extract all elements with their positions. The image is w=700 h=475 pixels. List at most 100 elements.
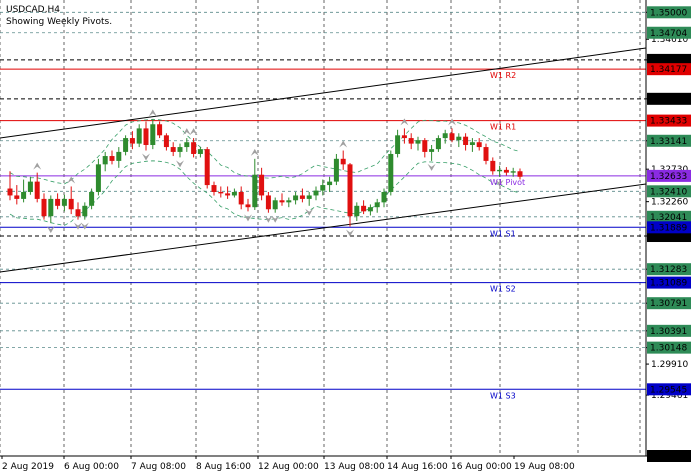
level-price-label: 1.33433 <box>650 117 687 127</box>
candle-body <box>177 147 183 152</box>
candle-body <box>150 124 156 145</box>
price-box-label: 1.30791 <box>650 299 687 309</box>
candle-body <box>333 158 339 182</box>
level-price-label: 1.32633 <box>650 172 687 182</box>
candle-body <box>27 181 33 192</box>
candle-body <box>490 160 496 172</box>
candle-body <box>449 133 455 141</box>
candle-body <box>463 136 469 145</box>
price-box-label: 1.33748 <box>650 95 687 105</box>
candle-body <box>306 195 312 199</box>
time-tick-label: 14 Aug 16:00 <box>387 462 448 472</box>
candle-body <box>211 185 217 192</box>
candle-body <box>517 171 523 177</box>
time-tick-label: 19 Aug 08:00 <box>514 462 575 472</box>
candle-body <box>75 209 81 217</box>
candle-body <box>136 128 142 144</box>
candle-body <box>415 140 421 144</box>
candle-body <box>347 164 353 217</box>
price-box-label: 1.32410 <box>650 187 687 197</box>
chart-symbol-title: USDCAD,H4 <box>6 5 60 15</box>
candle-body <box>109 156 115 161</box>
candle-body <box>245 204 251 208</box>
candle-body <box>476 142 482 148</box>
candle-body <box>95 164 101 192</box>
price-axis: 1.350001.346101.343111.337481.331411.327… <box>645 0 691 462</box>
candle-body <box>374 202 380 208</box>
candle-body <box>82 205 88 217</box>
candle-body <box>469 142 475 145</box>
time-tick-label: 8 Aug 16:00 <box>196 462 251 472</box>
time-tick-label: 13 Aug 08:00 <box>324 462 385 472</box>
candle-body <box>497 169 503 172</box>
price-box-label: 1.31283 <box>650 265 687 275</box>
candle-body <box>429 149 435 152</box>
candle-body <box>225 193 231 196</box>
pivot-level-label: W1 S2 <box>490 285 516 294</box>
candle-body <box>293 195 299 201</box>
candle-body <box>340 158 346 165</box>
level-price-label: 1.34177 <box>650 65 687 75</box>
candle-body <box>197 149 203 154</box>
price-box-label: 1.28580 <box>650 452 687 462</box>
candle-body <box>48 198 54 217</box>
candle-body <box>299 195 305 199</box>
candle-body <box>367 207 373 212</box>
candle-body <box>442 133 448 139</box>
candle-body <box>388 153 394 192</box>
candle-body <box>354 205 360 217</box>
candle-body <box>116 151 122 161</box>
time-tick-label: 7 Aug 08:00 <box>131 462 186 472</box>
candle-body <box>313 190 319 196</box>
candle-body <box>422 140 428 152</box>
level-price-label: 1.31889 <box>650 223 687 233</box>
price-box-label: 1.31763 <box>650 232 687 242</box>
candle-body <box>320 185 326 191</box>
price-tick-label: 1.32260 <box>651 198 688 208</box>
candle-body <box>265 195 271 210</box>
candle-body <box>129 138 135 144</box>
candle-body <box>163 135 169 148</box>
candle-body <box>252 174 258 208</box>
candle-body <box>89 191 95 206</box>
candle-body <box>503 169 509 173</box>
candle-body <box>279 200 285 203</box>
candle-body <box>191 142 197 154</box>
candle-body <box>204 149 210 186</box>
time-tick-label: 12 Aug 00:00 <box>258 462 319 472</box>
candle-body <box>286 200 292 203</box>
candle-body <box>361 205 367 212</box>
candle-body <box>259 174 265 196</box>
candle-body <box>327 181 333 186</box>
candle-body <box>68 198 74 210</box>
time-tick-label: 6 Aug 00:00 <box>64 462 119 472</box>
candle-body <box>61 198 67 206</box>
chart-background <box>0 0 700 475</box>
time-tick-label: 16 Aug 00:00 <box>451 462 512 472</box>
candle-body <box>395 135 401 154</box>
pivot-level-label: W1 R1 <box>490 123 516 132</box>
price-box-label: 1.34704 <box>650 29 687 39</box>
candle-body <box>483 147 489 161</box>
candle-body <box>184 142 190 148</box>
pivot-level-label: W1 R2 <box>490 71 516 80</box>
candle-body <box>34 181 40 199</box>
pivot-level-label: W1 S1 <box>490 229 516 238</box>
candle-body <box>408 138 414 144</box>
candle-body <box>7 188 13 196</box>
candle-body <box>14 195 20 199</box>
candle-body <box>143 128 149 145</box>
chart-subtitle: Showing Weekly Pivots. <box>6 17 112 27</box>
price-box-label: 1.30148 <box>650 344 687 354</box>
price-tick-label: 1.29910 <box>651 360 688 370</box>
pivot-level-label: W1 S3 <box>490 391 516 400</box>
candle-body <box>123 138 129 152</box>
candle-body <box>157 124 163 136</box>
candle-body <box>102 156 108 165</box>
candle-body <box>272 200 278 210</box>
candle-body <box>21 191 27 199</box>
candle-body <box>510 171 516 173</box>
candle-body <box>381 191 387 203</box>
price-chart[interactable]: W1 R2 W1 R1 W1 Pivot W1 S1 W1 S2 W1 S3 1.3500… <box>0 0 700 475</box>
candle-body <box>41 198 47 217</box>
